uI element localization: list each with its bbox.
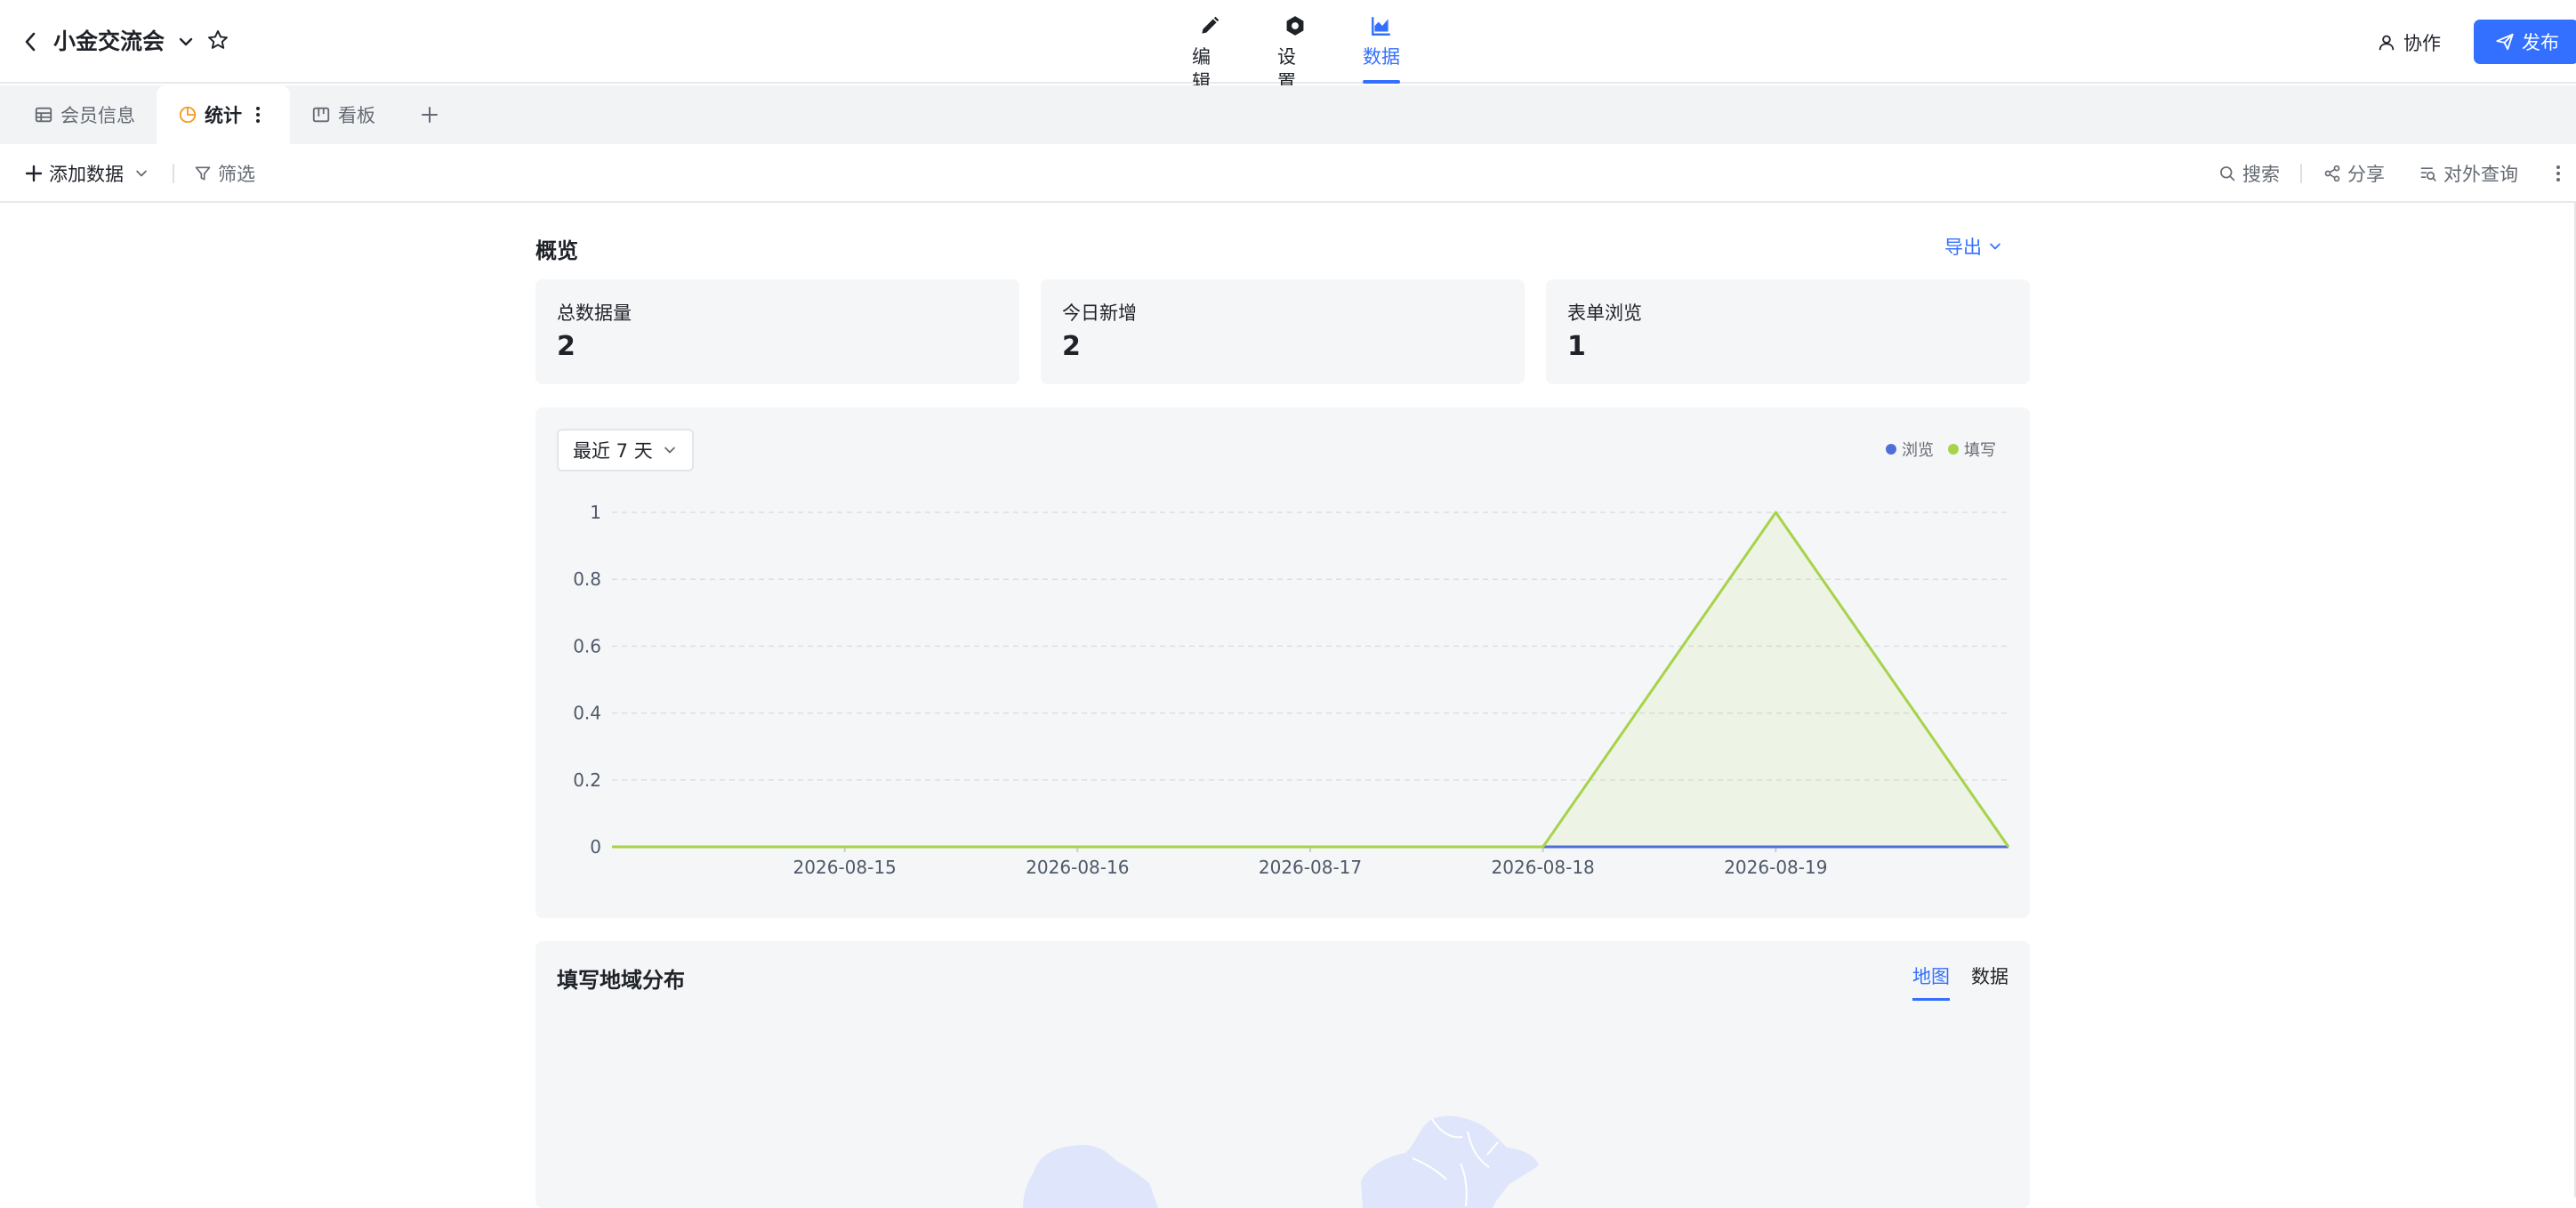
share-label: 分享 <box>2347 164 2385 185</box>
star-icon[interactable] <box>206 28 229 52</box>
more-vertical-icon[interactable] <box>254 105 262 125</box>
mode-tab-edit[interactable]: 编辑 <box>1192 14 1228 93</box>
filter-button[interactable]: 筛选 <box>194 159 255 188</box>
y-tick-label: 1 <box>590 502 601 523</box>
y-tick-label: 0.8 <box>573 568 601 590</box>
export-button[interactable]: 导出 <box>1944 233 2003 260</box>
x-tick-label: 2026-08-15 <box>793 857 897 878</box>
kanban-icon <box>311 105 331 125</box>
y-tick-label: 0.4 <box>573 703 601 724</box>
mode-tab-data[interactable]: 数据 <box>1363 14 1400 84</box>
query-icon <box>2419 165 2437 182</box>
chart-icon <box>1370 14 1393 37</box>
search-button[interactable]: 搜索 <box>2218 159 2280 188</box>
search-label: 搜索 <box>2242 164 2280 185</box>
table-icon <box>34 105 53 125</box>
settings-icon <box>1284 14 1307 37</box>
chevron-down-icon <box>1987 238 2003 254</box>
publish-label: 发布 <box>2522 32 2559 53</box>
y-tick-label: 0.6 <box>573 635 601 656</box>
public-query-label: 对外查询 <box>2443 164 2518 185</box>
y-tick-label: 0 <box>590 836 601 858</box>
stat-card-total: 总数据量 2 <box>535 279 1019 384</box>
plus-icon <box>25 165 43 182</box>
stat-label: 总数据量 <box>557 302 632 324</box>
more-vertical-icon[interactable] <box>2555 159 2562 188</box>
add-data-label: 添加数据 <box>49 164 124 185</box>
add-data-button[interactable]: 添加数据 <box>25 159 149 188</box>
region-distribution-panel: 填写地域分布 地图 数据 <box>535 941 2030 1208</box>
trend-chart: 0 0.2 0.4 0.6 0.8 1 2026-08-15 2026-08-16 2026-0… <box>573 502 2010 878</box>
china-map <box>1023 1115 1539 1208</box>
filter-icon <box>194 165 212 182</box>
toolbar: 添加数据 筛选 搜索 分享 对外查询 <box>0 144 2576 203</box>
back-icon[interactable] <box>18 27 43 57</box>
stat-label: 今日新增 <box>1062 302 1137 324</box>
collaborate-button[interactable]: 协作 <box>2377 27 2441 59</box>
top-bar: 小金交流会 编辑 设置 数据 协作 发布 <box>0 0 2576 93</box>
active-tab-indicator <box>1363 80 1400 84</box>
sheet-tab-bar: 会员信息 统计 看板 <box>0 85 2576 144</box>
mode-tab-settings[interactable]: 设置 <box>1277 14 1313 93</box>
tab-label: 看板 <box>338 105 375 126</box>
toolbar-divider <box>173 164 174 183</box>
search-icon <box>2218 165 2236 182</box>
x-tick-label: 2026-08-17 <box>1259 857 1362 878</box>
chevron-down-icon[interactable] <box>133 165 149 181</box>
overview-title: 概览 <box>535 238 578 263</box>
export-label: 导出 <box>1944 237 1982 258</box>
share-icon <box>2323 165 2341 182</box>
share-button[interactable]: 分享 <box>2323 159 2385 188</box>
tab-statistics[interactable]: 统计 <box>157 85 290 144</box>
public-query-button[interactable]: 对外查询 <box>2419 159 2518 188</box>
stat-card-today: 今日新增 2 <box>1041 279 1525 384</box>
filter-label: 筛选 <box>218 164 255 185</box>
stat-value: 2 <box>1062 331 1081 362</box>
mode-tab-label: 数据 <box>1363 46 1400 68</box>
tab-kanban[interactable]: 看板 <box>311 85 375 144</box>
stat-value: 2 <box>557 331 576 362</box>
tab-member-info[interactable]: 会员信息 <box>34 85 135 144</box>
app-title[interactable]: 小金交流会 <box>53 25 165 59</box>
y-tick-label: 0.2 <box>573 769 601 791</box>
stat-label: 表单浏览 <box>1567 302 1642 324</box>
tab-label: 统计 <box>205 105 242 126</box>
x-tick-label: 2026-08-18 <box>1492 857 1595 878</box>
collaborate-label: 协作 <box>2403 33 2441 54</box>
x-tick-label: 2026-08-16 <box>1026 857 1129 878</box>
user-icon <box>2377 33 2396 52</box>
publish-button[interactable]: 发布 <box>2474 20 2576 64</box>
stat-card-views: 表单浏览 1 <box>1546 279 2030 384</box>
send-icon <box>2495 32 2515 52</box>
chevron-down-icon[interactable] <box>176 32 196 52</box>
toolbar-divider <box>2300 164 2302 183</box>
pencil-icon <box>1198 14 1221 37</box>
pie-chart-icon <box>178 105 197 125</box>
series-area-fill <box>612 512 2008 847</box>
x-tick-label: 2026-08-19 <box>1724 857 1827 878</box>
trend-chart-panel: 最近 7 天 浏览 填写 0 0.2 0.4 0.6 0.8 1 2026-08-15 202… <box>535 407 2030 918</box>
add-tab-icon[interactable] <box>415 100 445 130</box>
tab-label: 会员信息 <box>60 105 135 126</box>
stat-value: 1 <box>1567 331 1586 362</box>
